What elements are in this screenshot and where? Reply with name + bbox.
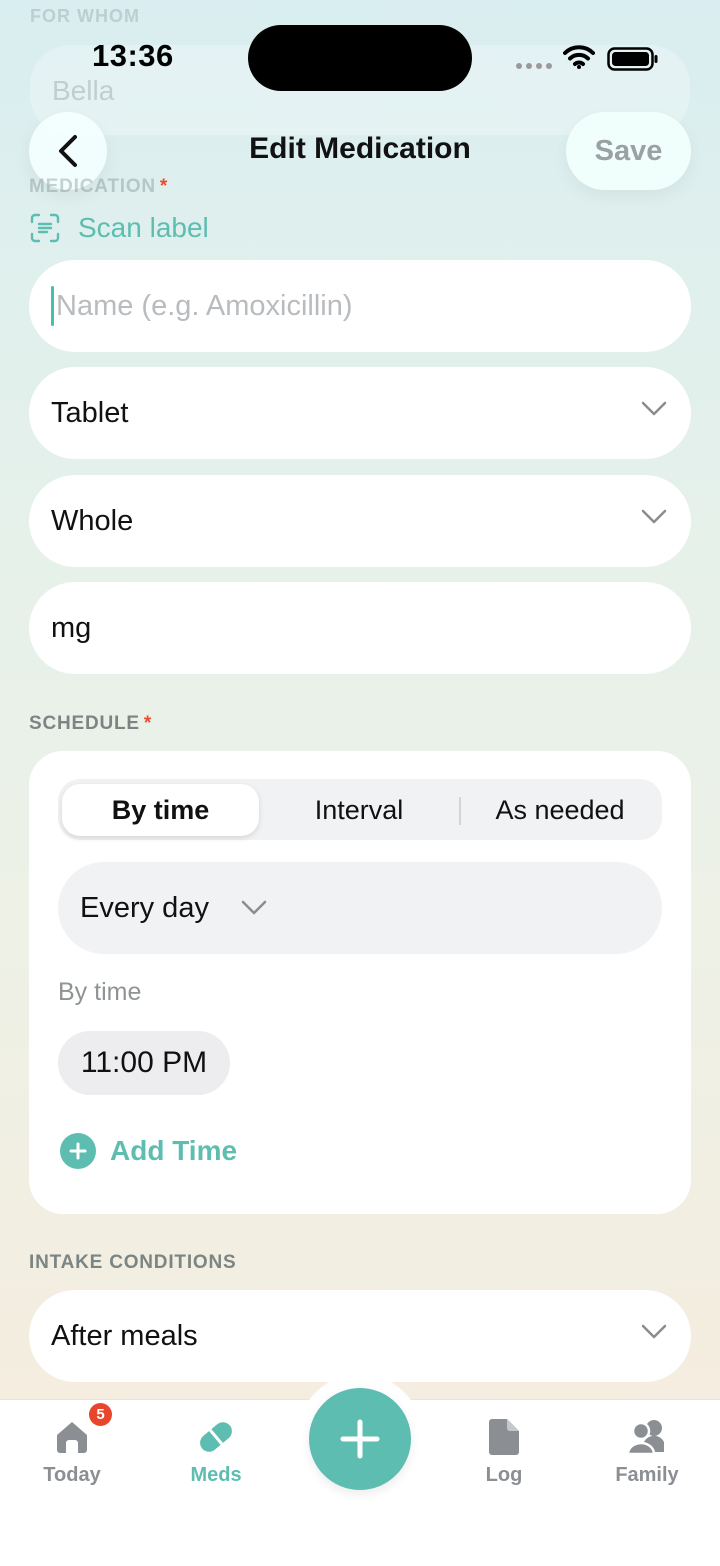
- intake-section-label: INTAKE CONDITIONS: [29, 1252, 237, 1273]
- chevron-down-icon: [241, 900, 267, 915]
- tab-interval[interactable]: Interval: [260, 784, 458, 836]
- battery-icon: [607, 47, 658, 71]
- tab-today-label: Today: [43, 1464, 101, 1486]
- tab-today[interactable]: Today: [2, 1418, 142, 1487]
- plus-circle-icon: [60, 1133, 96, 1169]
- intake-value: After meals: [51, 1319, 198, 1352]
- chevron-down-icon: [641, 401, 667, 416]
- add-time-label: Add Time: [110, 1135, 238, 1166]
- portion-select[interactable]: Whole: [29, 475, 691, 567]
- tab-family[interactable]: Family: [577, 1418, 717, 1487]
- notification-badge: 5: [89, 1403, 112, 1426]
- unit-value: mg: [51, 611, 92, 644]
- document-icon: [489, 1419, 519, 1455]
- schedule-section-label: SCHEDULE *: [29, 713, 153, 734]
- home-icon: [57, 1422, 87, 1453]
- tab-meds-label: Meds: [190, 1464, 242, 1486]
- scan-icon: [30, 213, 60, 243]
- tab-log-label: Log: [485, 1464, 523, 1486]
- tab-family-label: Family: [615, 1464, 679, 1486]
- scan-label-button[interactable]: Scan label: [30, 212, 209, 244]
- form-select[interactable]: Tablet: [29, 367, 691, 459]
- medication-name-placeholder: Name (e.g. Amoxicillin): [56, 289, 353, 322]
- times-label: By time: [58, 978, 142, 1006]
- pill-icon: [200, 1422, 232, 1452]
- add-medication-button[interactable]: [309, 1388, 411, 1490]
- status-time: 13:36: [92, 38, 174, 73]
- frequency-select[interactable]: Every day: [58, 862, 662, 954]
- save-button[interactable]: Save: [566, 112, 691, 190]
- medication-name-input[interactable]: Name (e.g. Amoxicillin): [29, 260, 691, 352]
- for-whom-label: FOR WHOM: [30, 6, 140, 26]
- tab-log[interactable]: Log: [434, 1418, 574, 1487]
- tab-as-needed[interactable]: As needed: [460, 784, 660, 836]
- intake-conditions-select[interactable]: After meals: [29, 1290, 691, 1382]
- people-icon: [626, 1420, 664, 1456]
- chevron-down-icon: [641, 1324, 667, 1339]
- tab-meds[interactable]: Meds: [146, 1418, 286, 1487]
- chevron-down-icon: [641, 509, 667, 524]
- dynamic-island: [248, 25, 472, 91]
- form-value: Tablet: [51, 396, 129, 429]
- time-chip[interactable]: 11:00 PM: [58, 1031, 230, 1095]
- wifi-icon: [563, 45, 595, 69]
- for-whom-value: Bella: [52, 75, 115, 106]
- scan-label-text: Scan label: [78, 212, 209, 243]
- portion-value: Whole: [51, 504, 134, 537]
- tab-by-time[interactable]: By time: [62, 784, 259, 836]
- add-time-button[interactable]: Add Time: [60, 1133, 237, 1169]
- signal-dots-icon: [516, 63, 552, 69]
- dosage-unit-input[interactable]: mg: [29, 582, 691, 674]
- frequency-value: Every day: [80, 891, 209, 924]
- medication-section-label: MEDICATION *: [29, 176, 169, 197]
- plus-icon: [340, 1419, 380, 1459]
- text-cursor: [51, 286, 54, 326]
